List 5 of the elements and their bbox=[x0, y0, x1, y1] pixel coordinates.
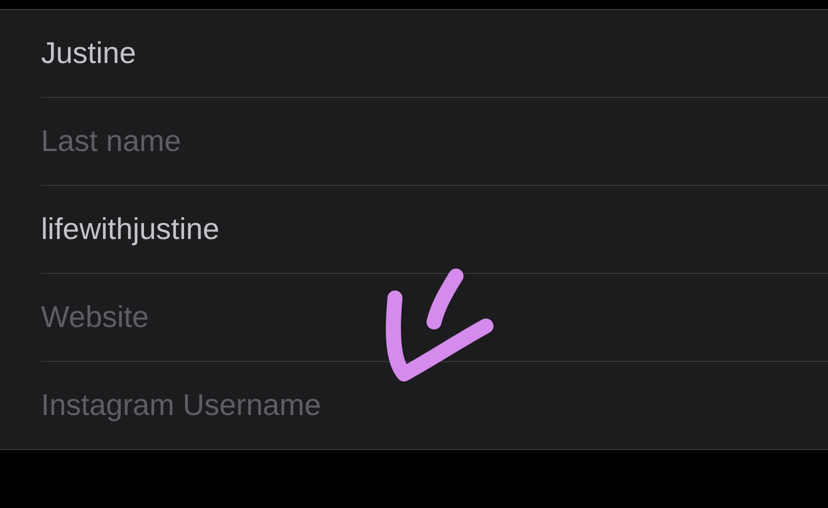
input-field[interactable]: lifewithjustine bbox=[41, 200, 828, 260]
input-field[interactable]: Instagram Username bbox=[41, 376, 828, 436]
input-field[interactable]: Website bbox=[41, 288, 828, 348]
input-field[interactable]: Justine bbox=[41, 24, 828, 84]
input-field[interactable]: Last name bbox=[41, 112, 828, 172]
